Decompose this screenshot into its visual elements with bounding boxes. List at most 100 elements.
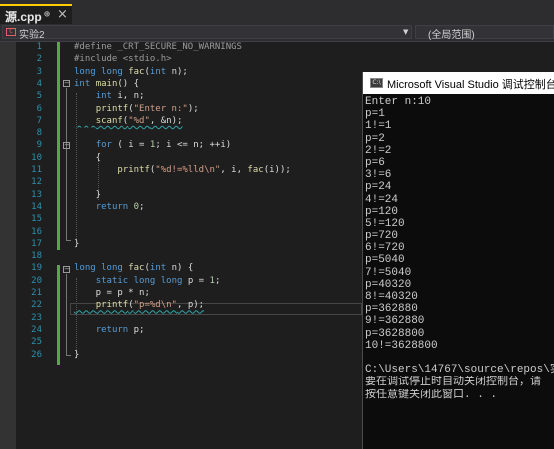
scope-label: (全局范围) [428,30,475,41]
code-text: static long long p = 1; [95,275,221,286]
document-tab-bar: 源.cpp ⊕ × [0,0,554,24]
line-number: 23 [31,312,42,323]
code-line[interactable]: #define _CRT_SECURE_NO_WARNINGS [74,42,242,52]
code-text: long long fac(int n) { [74,263,194,274]
code-line[interactable]: { [74,153,101,163]
preprocessor-text: #include <stdio.h> [74,54,172,65]
project-icon: C [6,28,16,36]
console-line: p=40320 [365,278,412,291]
console-line: p=120 [365,205,399,218]
change-marker [57,42,60,250]
code-line[interactable]: p = p * n; [74,288,150,298]
console-line: 10!=3628800 [365,339,438,352]
line-number: 8 [36,128,42,139]
line-number: 16 [31,226,42,237]
collapse-icon[interactable]: − [63,80,70,87]
line-number: 15 [31,214,42,225]
console-line: 5!=120 [365,217,405,230]
close-icon[interactable]: × [57,7,68,22]
code-text: printf("%d!=%lld\n", i, fac(i)); [117,165,291,175]
console-line: p=362880 [365,303,418,316]
code-line[interactable]: long long fac(int n); [74,67,188,77]
line-number: 10 [31,152,42,163]
code-line[interactable]: printf("Enter n:"); [74,104,199,114]
code-text: } [74,189,102,200]
code-line[interactable]: int main() { [74,79,139,89]
line-number: 22 [31,300,42,311]
code-line[interactable]: long long fac(int n) { [74,263,193,273]
code-text: printf("Enter n:"); [95,103,199,114]
console-line: 2!=2 [365,144,392,157]
line-number: 9 [36,140,42,151]
line-number: 24 [31,324,42,335]
console-line: p=2 [365,132,385,145]
code-line[interactable]: for ( i = 1; i <= n; ++i) [74,140,231,150]
line-number: 4 [36,78,42,89]
outline-line [66,274,67,356]
console-line: p=5040 [365,254,405,267]
code-text: for ( i = 1; i <= n; ++i) [95,140,232,151]
line-number: 13 [31,189,42,200]
code-line[interactable]: scanf("%d", &n); [74,116,183,126]
console-line: p=24 [365,181,392,194]
code-text: } [74,238,80,249]
line-number: 21 [31,288,42,298]
console-title: Microsoft Visual Studio 调试控制台 [387,79,554,91]
code-text: return p; [95,324,145,335]
code-line[interactable]: printf("%d!=%lld\n", i, fac(i)); [74,165,291,175]
code-text: printf("p=%d\n", p); [95,300,205,311]
console-line: 3!=6 [365,169,392,182]
console-output: Enter n:10 p=1 1!=1 p=2 2!=2 p=6 3!=6 p=… [365,96,554,401]
outline-end [66,240,71,241]
code-line[interactable]: #include <stdio.h> [74,54,172,64]
code-text: { [74,152,102,163]
line-number: 20 [31,275,42,286]
preprocessor-text: #define _CRT_SECURE_NO_WARNINGS [74,42,242,52]
tab-source-cpp[interactable]: 源.cpp ⊕ × [0,4,72,24]
console-line: 6!=720 [365,242,405,255]
scope-dropdown[interactable]: (全局范围) [415,25,554,41]
console-line: p=3628800 [365,327,425,340]
navigation-bar: C 实验2 ▼ (全局范围) [0,24,554,42]
line-number: 7 [36,115,42,126]
console-line: 9!=362880 [365,315,425,328]
code-text: long long fac(int n); [74,66,188,77]
collapse-icon[interactable]: − [63,142,70,149]
console-line: 按任意键关闭此窗口. . . [365,388,498,401]
pin-icon[interactable]: ⊕ [44,9,50,20]
code-line[interactable]: printf("p=%d\n", p); [74,300,204,310]
line-number: 18 [31,251,42,262]
console-title-bar[interactable]: C:\ Microsoft Visual Studio 调试控制台 [363,72,554,94]
line-number: 3 [36,66,42,77]
code-line[interactable]: return p; [74,324,145,335]
code-line[interactable]: } [74,350,79,360]
line-number: 17 [31,238,42,249]
line-number: 25 [31,337,42,348]
code-line[interactable]: } [74,239,79,249]
debug-console-window[interactable]: C:\ Microsoft Visual Studio 调试控制台 Enter … [362,72,554,449]
console-line: p=1 [365,108,385,121]
line-number: 2 [36,54,42,65]
collapse-icon[interactable]: − [63,266,70,273]
project-dropdown[interactable]: C 实验2 ▼ [2,25,412,41]
indicator-margin [0,42,16,449]
console-line: p=720 [365,230,399,243]
code-text: } [74,349,80,360]
line-number: 12 [31,177,42,188]
code-text: int i, n; [95,91,145,102]
console-line: 4!=24 [365,193,399,206]
line-number: 11 [31,165,42,175]
code-line[interactable]: static long long p = 1; [74,275,221,286]
code-text: p = p * n; [74,288,150,298]
console-line: p=6 [365,156,385,169]
project-name: 实验2 [19,30,45,41]
line-number: 19 [31,263,42,274]
code-line[interactable]: } [74,190,101,200]
console-app-icon: C:\ [370,78,383,88]
code-text: return 0; [95,201,145,212]
line-number: 26 [31,349,42,360]
code-line[interactable]: return 0; [74,201,145,212]
chevron-down-icon: ▼ [403,28,409,36]
code-line[interactable]: int i, n; [74,91,145,102]
